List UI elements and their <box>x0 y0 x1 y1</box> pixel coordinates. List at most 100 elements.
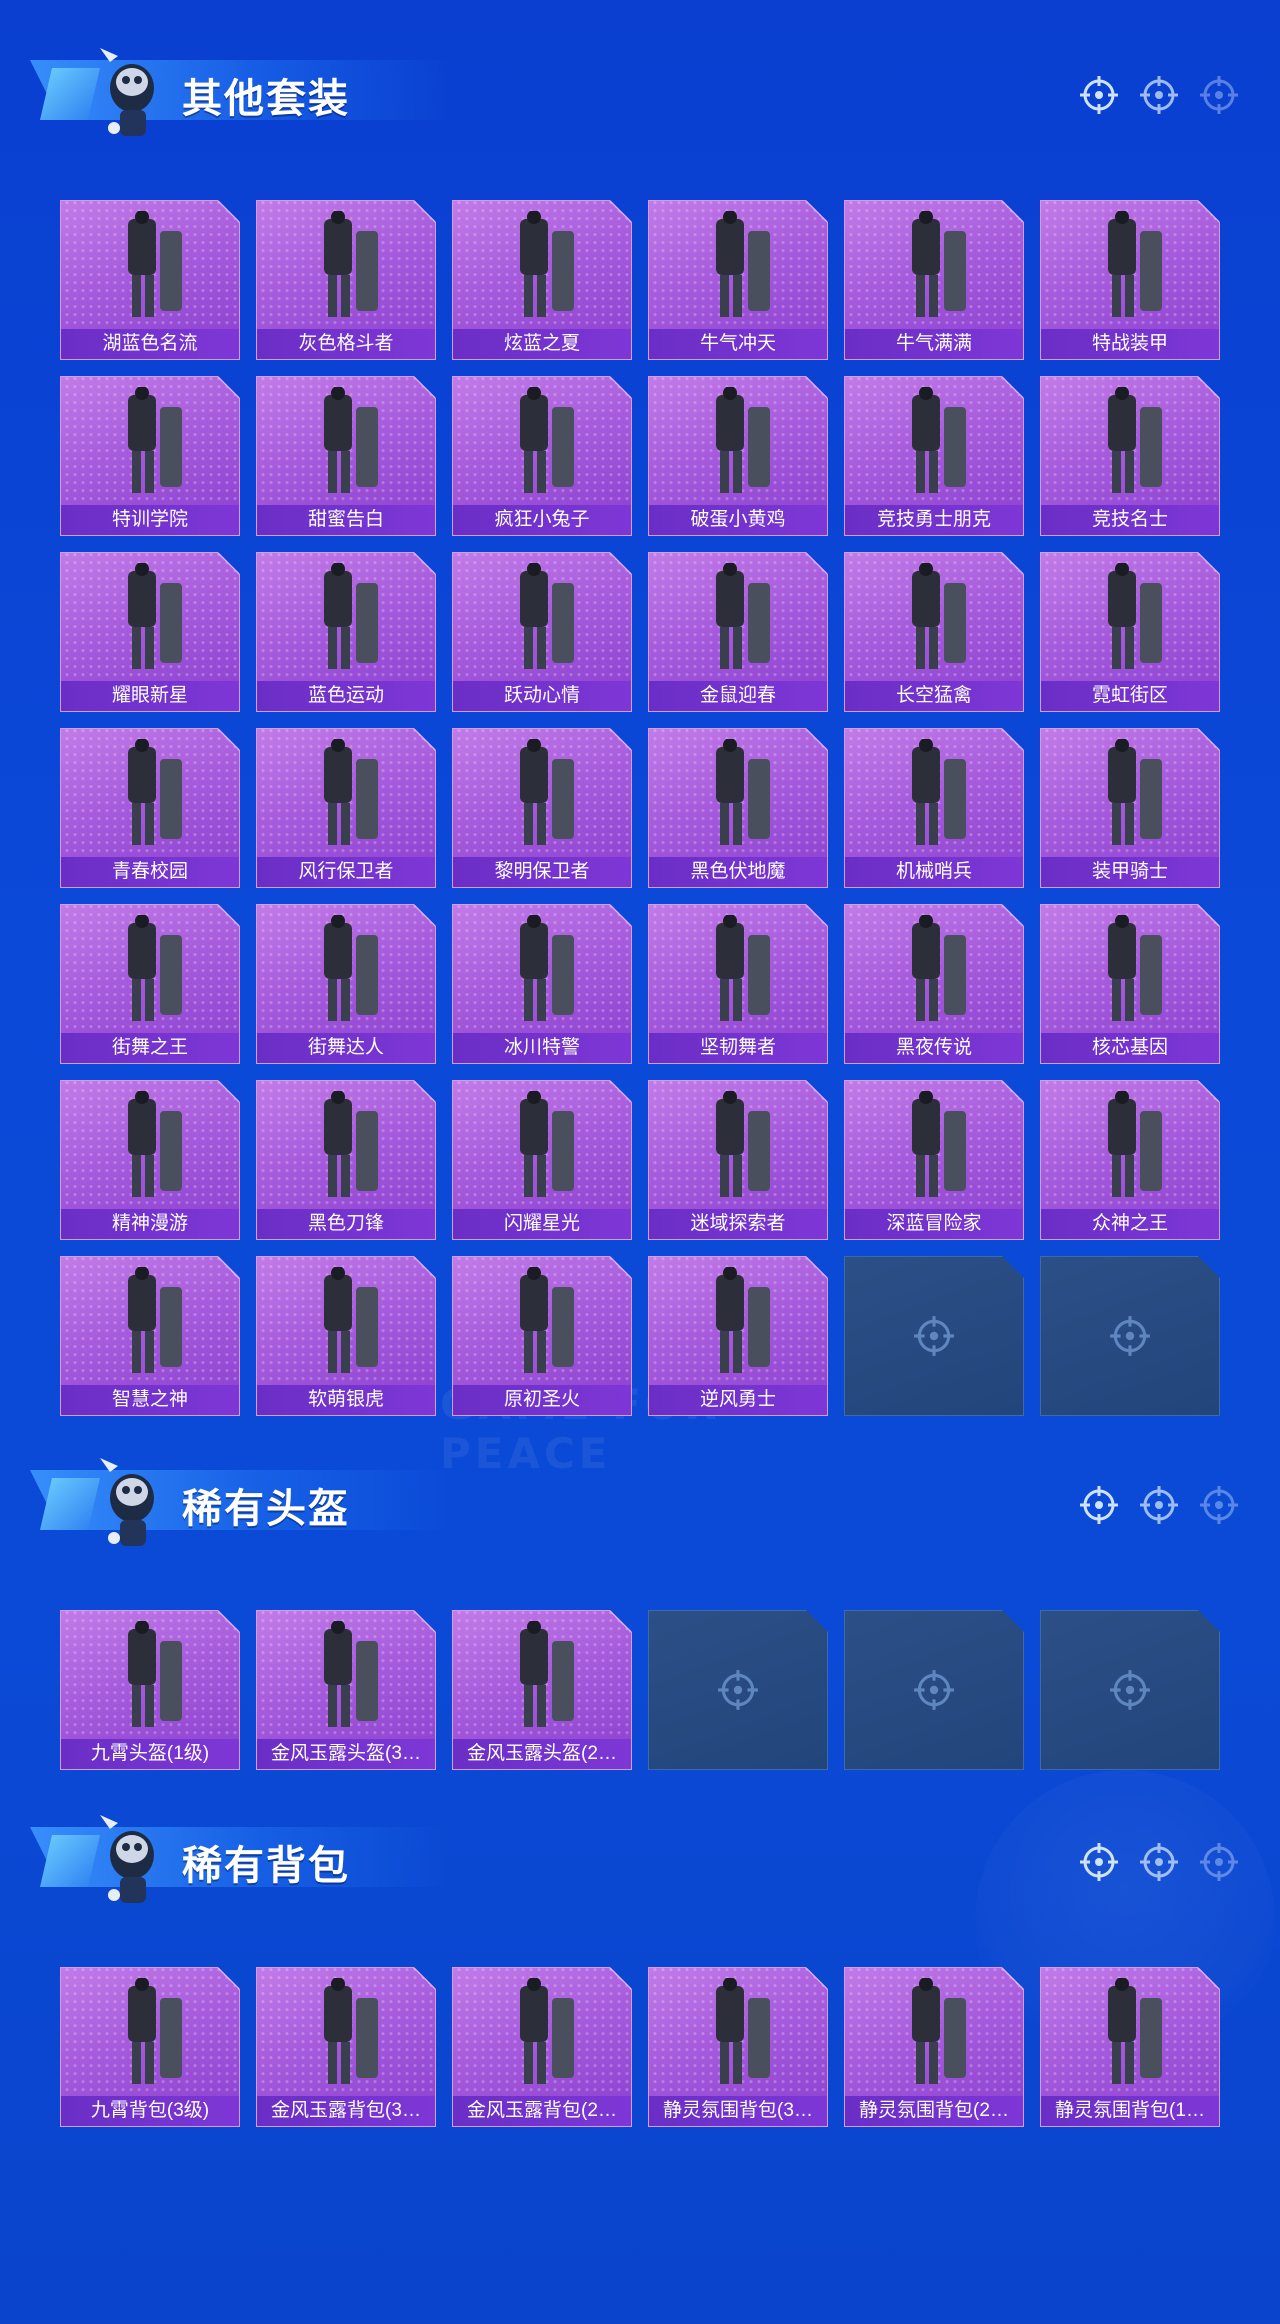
item-card[interactable]: 牛气满满 <box>844 200 1024 360</box>
item-label: 智慧之神 <box>61 1385 239 1415</box>
item-label: 特训学院 <box>61 505 239 535</box>
item-card[interactable]: 灰色格斗者 <box>256 200 436 360</box>
item-card[interactable]: 逆风勇士 <box>648 1256 828 1416</box>
item-card[interactable]: 疯狂小兔子 <box>452 376 632 536</box>
item-image <box>286 387 406 499</box>
item-label: 迷域探索者 <box>649 1209 827 1239</box>
item-label: 炫蓝之夏 <box>453 329 631 359</box>
item-image <box>874 1978 994 2090</box>
item-image <box>678 739 798 851</box>
item-image <box>482 211 602 323</box>
item-card[interactable]: 竞技勇士朋克 <box>844 376 1024 536</box>
item-image <box>678 1091 798 1203</box>
item-card[interactable]: 闪耀星光 <box>452 1080 632 1240</box>
item-card[interactable]: 黎明保卫者 <box>452 728 632 888</box>
item-image <box>1070 915 1190 1027</box>
item-card[interactable]: 耀眼新星 <box>60 552 240 712</box>
crosshair-icon <box>912 1668 956 1712</box>
item-label: 冰川特警 <box>453 1033 631 1063</box>
section-rare-backpacks: 稀有背包 九霄背包(3级) 金风玉露背包(3… 金风玉露背包(2… 静灵氛围背包(3…… <box>0 1797 1280 1917</box>
item-card[interactable]: 破蛋小黄鸡 <box>648 376 828 536</box>
item-image <box>90 1091 210 1203</box>
item-label: 软萌银虎 <box>257 1385 435 1415</box>
item-card[interactable]: 风行保卫者 <box>256 728 436 888</box>
item-card[interactable]: 冰川特警 <box>452 904 632 1064</box>
item-card[interactable]: 智慧之神 <box>60 1256 240 1416</box>
item-card[interactable]: 甜蜜告白 <box>256 376 436 536</box>
item-card[interactable]: 深蓝冒险家 <box>844 1080 1024 1240</box>
item-card[interactable]: 众神之王 <box>1040 1080 1220 1240</box>
item-card[interactable]: 金风玉露背包(3… <box>256 1967 436 2127</box>
empty-slot <box>1040 1256 1220 1416</box>
item-card[interactable]: 静灵氛围背包(3… <box>648 1967 828 2127</box>
item-image <box>482 915 602 1027</box>
item-card[interactable]: 特训学院 <box>60 376 240 536</box>
chicken-mascot-icon <box>100 1815 154 1903</box>
item-card[interactable]: 跃动心情 <box>452 552 632 712</box>
crosshair-icon <box>1080 1843 1118 1881</box>
item-card[interactable]: 静灵氛围背包(1… <box>1040 1967 1220 2127</box>
item-card[interactable]: 装甲骑士 <box>1040 728 1220 888</box>
item-label: 跃动心情 <box>453 681 631 711</box>
item-card[interactable]: 湖蓝色名流 <box>60 200 240 360</box>
item-label: 核芯基因 <box>1041 1033 1219 1063</box>
item-card[interactable]: 竞技名士 <box>1040 376 1220 536</box>
item-card[interactable]: 金风玉露头盔(2… <box>452 1610 632 1770</box>
item-card[interactable]: 街舞之王 <box>60 904 240 1064</box>
item-card[interactable]: 黑夜传说 <box>844 904 1024 1064</box>
item-label: 特战装甲 <box>1041 329 1219 359</box>
item-image <box>286 915 406 1027</box>
item-card[interactable]: 蓝色运动 <box>256 552 436 712</box>
item-image <box>874 1091 994 1203</box>
item-image <box>286 739 406 851</box>
item-card[interactable]: 炫蓝之夏 <box>452 200 632 360</box>
item-card[interactable]: 金鼠迎春 <box>648 552 828 712</box>
item-image <box>286 1621 406 1733</box>
item-card[interactable]: 金风玉露背包(2… <box>452 1967 632 2127</box>
item-image <box>1070 739 1190 851</box>
item-card[interactable]: 金风玉露头盔(3… <box>256 1610 436 1770</box>
item-card[interactable]: 街舞达人 <box>256 904 436 1064</box>
item-label: 众神之王 <box>1041 1209 1219 1239</box>
item-image <box>90 1978 210 2090</box>
item-card[interactable]: 机械哨兵 <box>844 728 1024 888</box>
item-image <box>874 915 994 1027</box>
item-image <box>1070 211 1190 323</box>
chicken-mascot-icon <box>100 48 154 136</box>
item-card[interactable]: 九霄头盔(1级) <box>60 1610 240 1770</box>
item-card[interactable]: 特战装甲 <box>1040 200 1220 360</box>
section-rare-helmets: 稀有头盔 九霄头盔(1级) 金风玉露头盔(3… 金风玉露头盔(2… <box>0 1440 1280 1560</box>
item-card[interactable]: 精神漫游 <box>60 1080 240 1240</box>
empty-slot <box>648 1610 828 1770</box>
item-card[interactable]: 核芯基因 <box>1040 904 1220 1064</box>
item-card[interactable]: 迷域探索者 <box>648 1080 828 1240</box>
item-label: 破蛋小黄鸡 <box>649 505 827 535</box>
item-card[interactable]: 软萌银虎 <box>256 1256 436 1416</box>
item-image <box>90 1267 210 1379</box>
item-card[interactable]: 霓虹街区 <box>1040 552 1220 712</box>
item-label: 长空猛禽 <box>845 681 1023 711</box>
item-image <box>286 1978 406 2090</box>
section-title: 稀有头盔 <box>182 1487 350 1531</box>
item-image <box>90 563 210 675</box>
item-image <box>482 1978 602 2090</box>
item-card[interactable]: 坚韧舞者 <box>648 904 828 1064</box>
header-crosshairs <box>1078 74 1240 116</box>
item-label: 蓝色运动 <box>257 681 435 711</box>
item-card[interactable]: 黑色伏地魔 <box>648 728 828 888</box>
item-label: 逆风勇士 <box>649 1385 827 1415</box>
item-label: 风行保卫者 <box>257 857 435 887</box>
item-image <box>90 915 210 1027</box>
item-card[interactable]: 青春校园 <box>60 728 240 888</box>
item-label: 青春校园 <box>61 857 239 887</box>
item-card[interactable]: 九霄背包(3级) <box>60 1967 240 2127</box>
item-label: 湖蓝色名流 <box>61 329 239 359</box>
item-card[interactable]: 长空猛禽 <box>844 552 1024 712</box>
section-header: 稀有头盔 <box>0 1440 1280 1560</box>
item-card[interactable]: 原初圣火 <box>452 1256 632 1416</box>
item-card[interactable]: 黑色刀锋 <box>256 1080 436 1240</box>
item-image <box>286 1267 406 1379</box>
item-card[interactable]: 静灵氛围背包(2… <box>844 1967 1024 2127</box>
crosshair-icon <box>1200 1843 1238 1881</box>
item-card[interactable]: 牛气冲天 <box>648 200 828 360</box>
